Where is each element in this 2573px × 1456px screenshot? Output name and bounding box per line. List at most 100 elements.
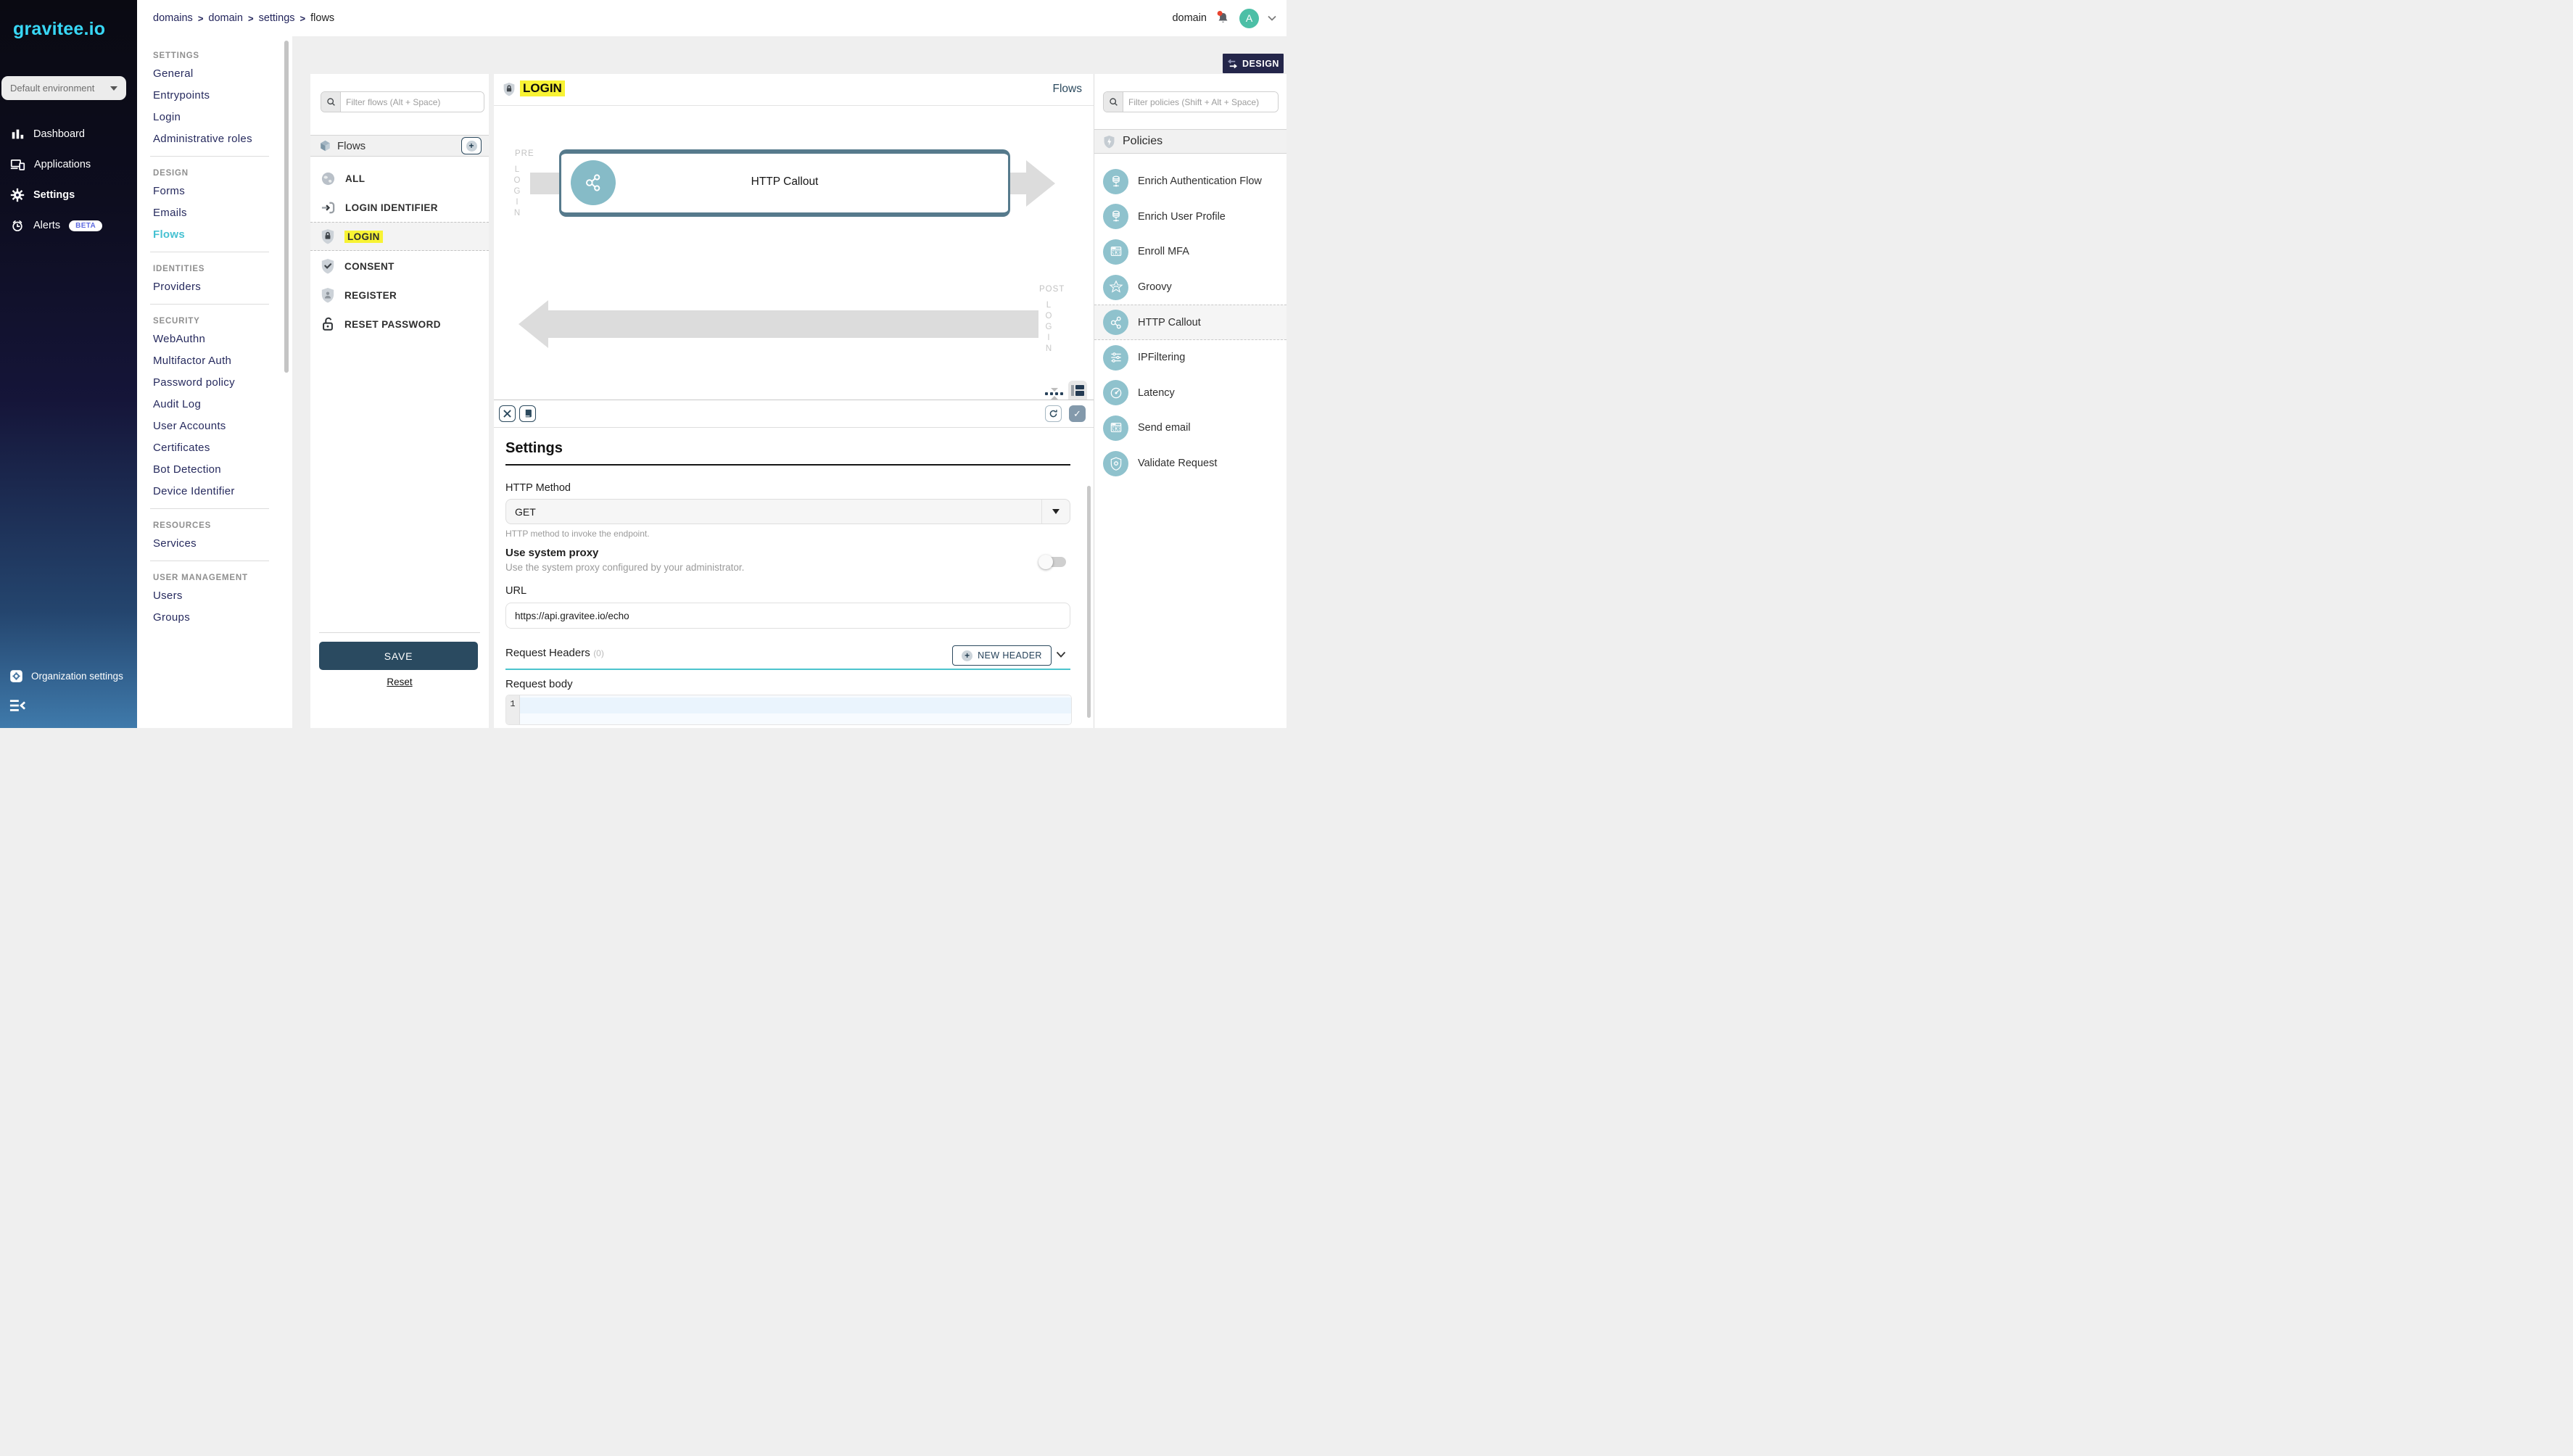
gear-icon xyxy=(10,188,25,202)
flow-item-consent[interactable]: CONSENT xyxy=(310,252,489,281)
subnav-item-providers[interactable]: Providers xyxy=(137,276,292,297)
alarm-clock-icon xyxy=(10,218,25,233)
flows-list-title: Flows xyxy=(337,140,461,152)
reset-link[interactable]: Reset xyxy=(310,677,489,687)
breadcrumb-separator: > xyxy=(300,13,306,24)
http-method-select[interactable]: GET xyxy=(505,499,1070,524)
unlock-icon xyxy=(321,316,335,332)
apply-policy-button[interactable]: ✓ xyxy=(1069,405,1086,422)
documentation-button[interactable] xyxy=(519,405,536,422)
proxy-toggle[interactable] xyxy=(1040,557,1066,567)
subnav-section-title: SETTINGS xyxy=(153,51,292,60)
breadcrumb-link-settings[interactable]: settings xyxy=(259,12,295,24)
subnav-item-login[interactable]: Login xyxy=(137,106,292,128)
resize-handle[interactable] xyxy=(1045,388,1063,400)
reset-policy-button[interactable] xyxy=(1045,405,1062,422)
settings-section-title: Settings xyxy=(505,440,563,457)
subnav-item-users[interactable]: Users xyxy=(137,584,292,606)
sidebar-item-organization-settings[interactable]: Organization settings xyxy=(0,669,137,684)
subnav-item-groups[interactable]: Groups xyxy=(137,606,292,628)
subnav-item-administrative-roles[interactable]: Administrative roles xyxy=(137,128,292,149)
expand-headers-chevron-icon[interactable] xyxy=(1056,651,1066,658)
policy-item-ipfiltering[interactable]: IPFiltering xyxy=(1094,340,1286,376)
sidebar-item-applications[interactable]: Applications xyxy=(0,152,137,178)
subnav-item-certificates[interactable]: Certificates xyxy=(137,437,292,458)
notifications-button[interactable] xyxy=(1215,10,1231,26)
policy-item-http-callout[interactable]: HTTP Callout xyxy=(1094,305,1286,340)
divider xyxy=(505,464,1070,466)
sidebar-item-settings[interactable]: Settings xyxy=(0,182,137,208)
design-mode-button[interactable]: DESIGN xyxy=(1223,54,1284,73)
breadcrumb-separator: > xyxy=(198,13,204,24)
environment-select-value: Default environment xyxy=(10,83,94,94)
save-button[interactable]: SAVE xyxy=(319,642,478,670)
policies-filter-input[interactable] xyxy=(1123,92,1278,112)
subnav-section-title: SECURITY xyxy=(153,317,292,326)
shield-lock-icon xyxy=(321,228,335,244)
editor-line-number: 1 xyxy=(506,695,520,724)
post-flow-arrowhead xyxy=(519,300,548,348)
policy-editor-header: HTTP CALLOUT ✓ xyxy=(494,400,1094,428)
request-body-editor[interactable]: 1 xyxy=(505,695,1072,725)
new-header-label: NEW HEADER xyxy=(978,650,1042,661)
subnav-item-flows[interactable]: Flows xyxy=(137,223,292,245)
subnav-item-webauthn[interactable]: WebAuthn xyxy=(137,328,292,349)
subnav-item-entrypoints[interactable]: Entrypoints xyxy=(137,84,292,106)
subnav-item-user-accounts[interactable]: User Accounts xyxy=(137,415,292,437)
flow-item-login-identifier[interactable]: LOGIN IDENTIFIER xyxy=(310,193,489,222)
flow-item-login[interactable]: LOGIN xyxy=(310,222,489,251)
flow-item-reset-password[interactable]: RESET PASSWORD xyxy=(310,310,489,339)
subnav-item-services[interactable]: Services xyxy=(137,532,292,554)
breadcrumb-link-domains[interactable]: domains xyxy=(153,12,193,24)
subnav-item-general[interactable]: General xyxy=(137,62,292,84)
gauge-icon xyxy=(1103,380,1128,405)
policy-item-label: Validate Request xyxy=(1138,458,1217,469)
policy-item-enroll-mfa[interactable]: Enroll MFA xyxy=(1094,234,1286,270)
policy-item-latency[interactable]: Latency xyxy=(1094,376,1286,411)
subnav-item-audit-log[interactable]: Audit Log xyxy=(137,393,292,415)
refresh-icon xyxy=(1049,409,1058,418)
subnav-item-emails[interactable]: Emails xyxy=(137,202,292,223)
subnav-item-password-policy[interactable]: Password policy xyxy=(137,371,292,393)
add-flow-button[interactable]: + xyxy=(461,137,482,154)
current-domain-label[interactable]: domain xyxy=(1172,12,1207,24)
breadcrumb: domains > domain > settings > flows xyxy=(153,0,334,36)
flows-list-panel: Flows + ALL LOGIN IDENTIFIER LO xyxy=(310,74,489,728)
org-settings-icon xyxy=(9,669,24,684)
url-input[interactable] xyxy=(505,603,1070,629)
post-lane-label: POST xyxy=(1039,285,1065,294)
new-header-button[interactable]: + NEW HEADER xyxy=(952,645,1052,666)
breadcrumb-current-flows: flows xyxy=(310,12,334,24)
policy-item-enrich-user-profile[interactable]: Enrich User Profile xyxy=(1094,199,1286,235)
collapse-sidebar-button[interactable] xyxy=(9,698,26,713)
policy-item-send-email[interactable]: Send email xyxy=(1094,410,1286,446)
search-icon xyxy=(321,92,341,112)
subnav-item-bot-detection[interactable]: Bot Detection xyxy=(137,458,292,480)
flow-item-all[interactable]: ALL xyxy=(310,164,489,193)
environment-select[interactable]: Default environment xyxy=(1,76,126,100)
org-settings-label: Organization settings xyxy=(31,671,123,682)
flow-item-register[interactable]: REGISTER xyxy=(310,281,489,310)
policy-item-enrich-authentication-flow[interactable]: Enrich Authentication Flow xyxy=(1094,164,1286,199)
policy-item-validate-request[interactable]: Validate Request xyxy=(1094,446,1286,481)
search-icon xyxy=(1104,92,1123,112)
close-policy-button[interactable] xyxy=(499,405,516,422)
flow-item-label: REGISTER xyxy=(344,290,397,301)
policy-editor-scrollbar[interactable] xyxy=(1087,486,1091,718)
panel-view-toggle-button[interactable] xyxy=(1068,381,1087,400)
subnav-scrollbar[interactable] xyxy=(284,41,289,373)
editor-code-area[interactable] xyxy=(520,695,1071,724)
subnav-item-multifactor-auth[interactable]: Multifactor Auth xyxy=(137,349,292,371)
breadcrumb-link-domain[interactable]: domain xyxy=(208,12,243,24)
shield-check-icon xyxy=(321,258,335,274)
subnav-item-forms[interactable]: Forms xyxy=(137,180,292,202)
avatar[interactable]: A xyxy=(1239,9,1259,28)
sidebar-item-alerts[interactable]: Alerts BETA xyxy=(0,212,137,239)
flow-item-label: RESET PASSWORD xyxy=(344,319,441,330)
policy-item-groovy[interactable]: Groovy xyxy=(1094,270,1286,305)
subnav-item-device-identifier[interactable]: Device Identifier xyxy=(137,480,292,502)
request-headers-count: (0) xyxy=(593,648,604,658)
flows-filter-input[interactable] xyxy=(341,92,484,112)
sidebar-item-dashboard[interactable]: Dashboard xyxy=(0,121,137,147)
chevron-down-icon[interactable] xyxy=(1268,15,1276,21)
